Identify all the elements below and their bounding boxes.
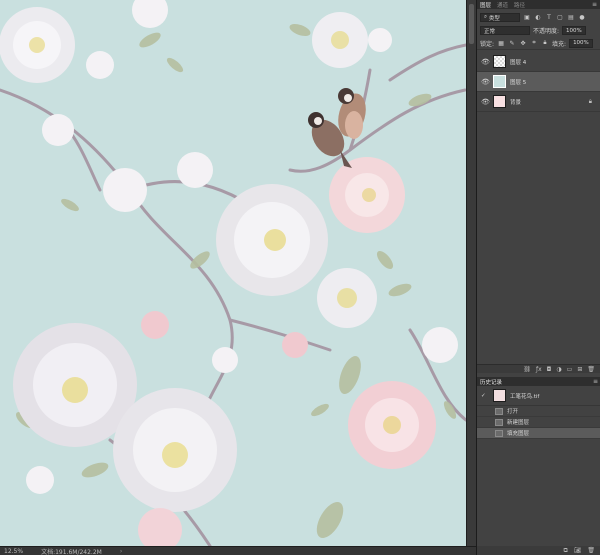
history-item-label: 新建图层 — [507, 420, 530, 426]
document-info: 文档:191.6M/242.2M — [41, 548, 102, 555]
filter-pixel-icon[interactable]: ▣ — [523, 14, 531, 22]
new-document-from-state-icon[interactable]: ⧉ — [563, 547, 567, 555]
lock-row: 锁定: ▦ ✎ ✥ ⌗ 🔒︎ 填充: 100% — [477, 37, 600, 50]
tab-history[interactable]: 历史记录 — [480, 378, 502, 386]
layers-panel-tabs: 图层 通道 路径 ≡ — [477, 0, 600, 9]
history-menu-icon[interactable]: ≡ — [593, 378, 598, 385]
delete-layer-icon[interactable]: 🗑︎ — [587, 366, 595, 373]
tab-layers[interactable]: 图层 — [480, 1, 491, 9]
filter-type-icon[interactable]: T — [545, 14, 553, 22]
layers-list: 👁︎ 图层 4 👁︎ 图层 5 👁︎ 背景 🔒︎ — [477, 52, 600, 112]
history-item-fill-layer[interactable]: 填充图层 — [477, 428, 600, 439]
history-step-icon — [495, 418, 503, 426]
lock-paint-icon[interactable]: ✎ — [508, 39, 516, 47]
brush-source-icon[interactable]: ✓ — [481, 393, 489, 399]
filter-smart-icon[interactable]: ▤ — [567, 14, 575, 22]
filter-toggle-icon[interactable]: ● — [578, 14, 586, 22]
visibility-eye-icon[interactable]: 👁︎ — [481, 98, 490, 106]
search-icon: ⌕ — [484, 14, 488, 20]
history-item-new-layer[interactable]: 新建图层 — [477, 417, 600, 428]
visibility-eye-icon[interactable]: 👁︎ — [481, 78, 490, 86]
blend-row: 正常 不透明度: 100% — [477, 24, 600, 37]
panel-menu-icon[interactable]: ≡ — [592, 1, 597, 8]
scroll-thumb[interactable] — [469, 4, 474, 44]
filter-kind-select[interactable]: ⌕ 类型 — [480, 13, 520, 22]
snapshot-camera-icon[interactable]: 📷︎ — [574, 547, 582, 554]
status-arrow-icon[interactable]: › — [120, 548, 122, 555]
snapshot-name: 工笔花鸟.tif — [510, 393, 540, 400]
filter-kind-value: 类型 — [488, 15, 500, 22]
layer-row-background[interactable]: 👁︎ 背景 🔒︎ — [477, 92, 600, 112]
opacity-value: 100% — [566, 27, 582, 34]
fill-field[interactable]: 100% — [569, 38, 594, 48]
layers-footer: ⛓︎ ƒx ◘ ◑ ▭ ⊞ 🗑︎ — [477, 364, 600, 373]
visibility-eye-icon[interactable]: 👁︎ — [481, 58, 490, 66]
opacity-label: 不透明度: — [533, 28, 560, 35]
layer-style-icon[interactable]: ƒx — [536, 366, 542, 373]
lock-icon: 🔒︎ — [588, 98, 592, 105]
right-panel: 图层 通道 路径 ≡ ⌕ 类型 ▣ ◐ T ▢ ▤ ● 正常 不透明度: 100… — [476, 0, 600, 555]
layer-name: 背景 — [510, 99, 522, 106]
add-mask-icon[interactable]: ◘ — [547, 366, 552, 373]
layer-thumbnail — [493, 75, 506, 88]
new-group-icon[interactable]: ▭ — [567, 366, 573, 373]
lock-artboard-icon[interactable]: ⌗ — [530, 39, 538, 47]
layer-filter-row: ⌕ 类型 ▣ ◐ T ▢ ▤ ● — [477, 11, 600, 24]
filter-adjust-icon[interactable]: ◐ — [534, 14, 542, 22]
lock-label: 锁定: — [480, 40, 495, 48]
history-item-open[interactable]: 打开 — [477, 406, 600, 417]
delete-state-icon[interactable]: 🗑︎ — [587, 547, 595, 554]
fill-value: 100% — [573, 40, 589, 46]
fill-label: 填充: — [552, 40, 567, 48]
history-panel-tabs: 历史记录 ≡ — [477, 377, 600, 386]
history-item-label: 填充图层 — [507, 431, 530, 437]
history-item-label: 打开 — [507, 409, 519, 415]
tab-paths[interactable]: 路径 — [514, 1, 525, 9]
new-layer-icon[interactable]: ⊞ — [577, 366, 582, 373]
status-bar: 12.5% 文档:191.6M/242.2M › — [0, 546, 476, 555]
history-panel: 历史记录 ≡ ✓ 工笔花鸟.tif 打开 新建图层 填充图层 ⧉ 📷︎ 🗑︎ — [477, 377, 600, 555]
opacity-field[interactable]: 100% — [562, 26, 587, 35]
history-step-icon — [495, 407, 503, 415]
layer-thumbnail — [493, 95, 506, 108]
layer-row-5[interactable]: 👁︎ 图层 5 — [477, 72, 600, 92]
layer-name: 图层 4 — [510, 59, 527, 66]
layer-thumbnail — [493, 55, 506, 68]
lock-transparent-icon[interactable]: ▦ — [497, 39, 505, 47]
layer-row-4[interactable]: 👁︎ 图层 4 — [477, 52, 600, 72]
zoom-level[interactable]: 12.5% — [4, 548, 23, 555]
link-layers-icon[interactable]: ⛓︎ — [523, 366, 531, 373]
blend-mode-select[interactable]: 正常 — [480, 26, 530, 35]
lock-all-icon[interactable]: 🔒︎ — [541, 39, 549, 47]
snapshot-thumbnail — [493, 389, 506, 402]
history-snapshot[interactable]: ✓ 工笔花鸟.tif — [477, 386, 600, 406]
lock-move-icon[interactable]: ✥ — [519, 39, 527, 47]
adjustment-layer-icon[interactable]: ◑ — [556, 366, 561, 373]
history-step-icon — [495, 429, 503, 437]
layer-name: 图层 5 — [510, 79, 527, 86]
tab-channels[interactable]: 通道 — [497, 1, 508, 9]
floral-artwork — [0, 0, 466, 546]
blend-mode-value: 正常 — [484, 28, 496, 35]
filter-shape-icon[interactable]: ▢ — [556, 14, 564, 22]
canvas-vertical-scrollbar[interactable] — [466, 0, 476, 546]
photoshop-window: 12.5% 文档:191.6M/242.2M › 图层 通道 路径 ≡ ⌕ 类型… — [0, 0, 600, 555]
history-footer: ⧉ 📷︎ 🗑︎ — [477, 546, 600, 555]
birds — [308, 88, 366, 168]
document-canvas[interactable] — [0, 0, 466, 546]
